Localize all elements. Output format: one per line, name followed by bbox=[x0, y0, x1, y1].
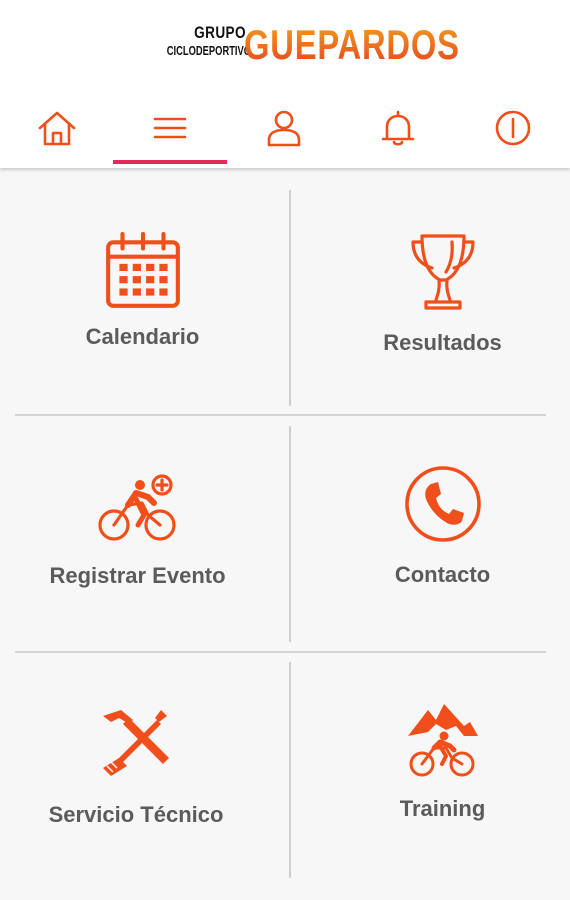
top-nav bbox=[0, 100, 570, 166]
menu-item-label: Contacto bbox=[394, 562, 491, 587]
user-icon bbox=[267, 110, 301, 147]
nav-menu[interactable] bbox=[113, 100, 227, 166]
menu-item-label: Resultados bbox=[383, 330, 502, 355]
logo-line-1: GRUPO bbox=[194, 23, 246, 42]
app-header: GRUPO CICLODEPORTIVO GUEPARDOS bbox=[0, 0, 570, 168]
cyclist-add-icon bbox=[97, 474, 176, 541]
nav-home[interactable] bbox=[0, 100, 114, 166]
menu-item-label: Servicio Técnico bbox=[48, 802, 224, 827]
menu-item-training[interactable]: Training bbox=[300, 700, 570, 822]
logo-subtitle: GRUPO CICLODEPORTIVO bbox=[136, 23, 252, 58]
bell-icon bbox=[381, 110, 415, 146]
trophy-icon bbox=[410, 234, 475, 310]
nav-info[interactable] bbox=[456, 100, 570, 166]
logo-brand: GUEPARDOS bbox=[244, 21, 460, 68]
grid-divider bbox=[15, 651, 546, 653]
menu-item-resultados[interactable]: Resultados bbox=[300, 230, 570, 356]
menu-icon bbox=[153, 117, 187, 139]
menu-item-registrar-evento[interactable]: Registrar Evento bbox=[0, 473, 275, 589]
phone-icon bbox=[404, 466, 481, 542]
home-icon bbox=[38, 111, 76, 146]
calendar-icon bbox=[105, 232, 180, 308]
menu-item-label: Registrar Evento bbox=[49, 563, 226, 588]
grid-divider bbox=[289, 426, 291, 642]
menu-item-servicio-tecnico[interactable]: Servicio Técnico bbox=[0, 706, 272, 828]
mountain-cyclist-icon bbox=[407, 704, 478, 777]
menu-item-label: Training bbox=[399, 796, 486, 821]
main-menu-grid: Calendario Resultados Registrar Evento C… bbox=[0, 168, 570, 900]
menu-item-contacto[interactable]: Contacto bbox=[300, 464, 570, 588]
nav-profile[interactable] bbox=[227, 100, 341, 166]
grid-divider bbox=[289, 190, 291, 406]
grid-divider bbox=[15, 414, 546, 416]
nav-selected-indicator bbox=[113, 160, 227, 164]
nav-notifications[interactable] bbox=[341, 100, 455, 166]
info-icon bbox=[495, 110, 531, 146]
menu-item-label: Calendario bbox=[85, 324, 200, 349]
app-logo: GRUPO CICLODEPORTIVO GUEPARDOS bbox=[136, 22, 459, 72]
logo-line-2: CICLODEPORTIVO bbox=[166, 43, 252, 58]
menu-item-calendario[interactable]: Calendario bbox=[0, 230, 285, 350]
grid-divider bbox=[289, 662, 291, 878]
tools-icon bbox=[103, 710, 169, 776]
